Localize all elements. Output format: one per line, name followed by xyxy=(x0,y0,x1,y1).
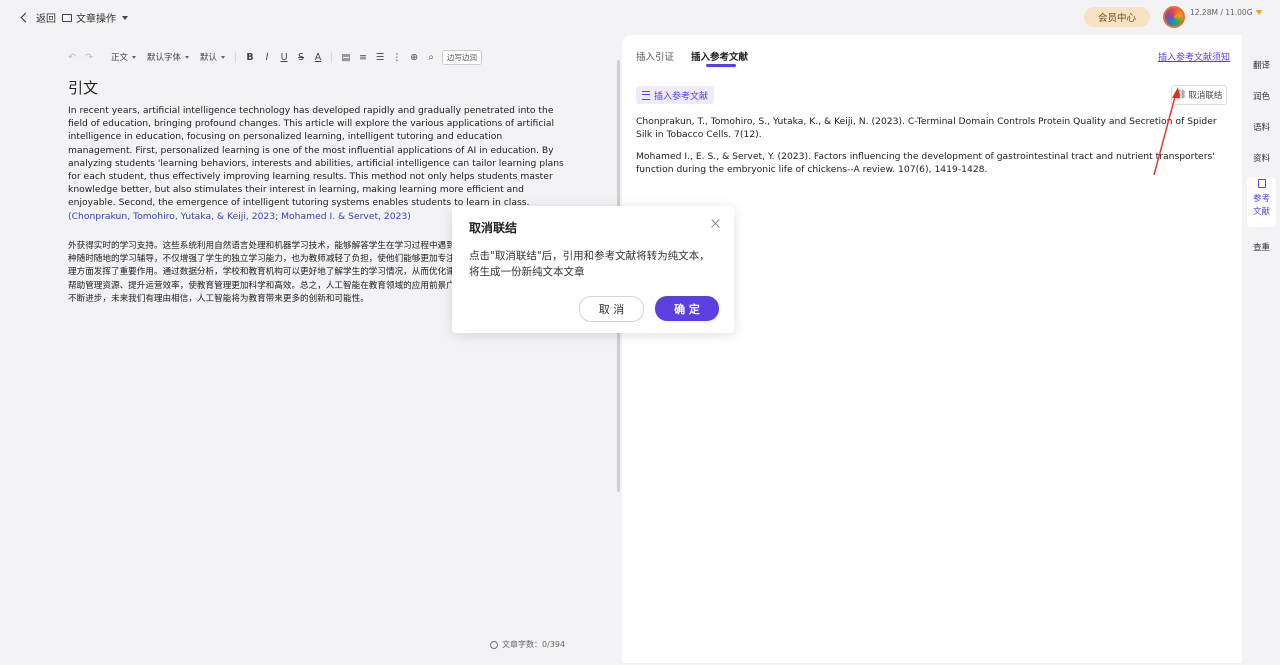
sidebar-item-translate[interactable]: 翻译 xyxy=(1243,59,1280,71)
dialog-title: 取消联结 xyxy=(469,221,518,235)
paragraph-style-select[interactable]: 正文 xyxy=(111,51,137,63)
sidebar-item-materials[interactable]: 资料 xyxy=(1243,152,1280,164)
underline-icon[interactable]: U xyxy=(278,52,290,63)
storage-text: 12.28M / 11.00G xyxy=(1190,8,1253,17)
cancel-button[interactable]: 取 消 xyxy=(579,296,644,322)
chevron-down-icon xyxy=(122,15,128,20)
avatar[interactable] xyxy=(1163,6,1185,28)
doc-actions-label: 文章操作 xyxy=(76,14,116,25)
vip-center-button[interactable]: 会员中心 xyxy=(1084,7,1150,27)
undo-icon[interactable]: ↶ xyxy=(66,52,78,63)
close-icon[interactable] xyxy=(709,217,723,231)
add-icon[interactable]: ⊕ xyxy=(408,52,420,63)
back-button[interactable]: 返回 xyxy=(20,10,56,25)
editor-area: ↶ ↷ 正文 默认字体 默认 B I U S A ▤ ≡ ☰ ⋮ ⊕ ⌕ 边写边… xyxy=(0,35,620,665)
search-icon[interactable]: ⌕ xyxy=(425,52,437,63)
sidebar-item-plagiarism[interactable]: 查重 xyxy=(1243,241,1280,253)
back-label: 返回 xyxy=(36,14,56,25)
redo-icon[interactable]: ↷ xyxy=(83,52,95,63)
inline-citation[interactable]: (Chonprakun, Tomohiro, Yutaka, & Keiji, … xyxy=(68,211,411,222)
storage-usage: 12.28M / 11.00G xyxy=(1190,8,1263,17)
bold-icon[interactable]: B xyxy=(244,52,256,63)
editor-toolbar: ↶ ↷ 正文 默认字体 默认 B I U S A ▤ ≡ ☰ ⋮ ⊕ ⌕ 边写边… xyxy=(66,49,483,65)
english-paragraph-text: In recent years, artificial intelligence… xyxy=(68,105,564,209)
chevron-down-icon xyxy=(132,55,137,59)
block-format-icon[interactable]: ▤ xyxy=(340,52,352,63)
unlink-confirm-dialog: 取消联结 点击"取消联结"后，引用和参考文献将转为纯文本，将生成一份新纯文本文章… xyxy=(452,206,734,333)
sidebar-item-references-label: 参考文献 xyxy=(1252,194,1270,217)
sidebar-item-polish[interactable]: 润色 xyxy=(1243,90,1280,102)
english-paragraph[interactable]: In recent years, artificial intelligence… xyxy=(68,104,568,223)
list-icon[interactable]: ⋮ xyxy=(391,52,403,63)
chevron-down-icon xyxy=(185,55,190,59)
document-icon xyxy=(1257,179,1266,188)
diamond-icon xyxy=(1255,10,1263,15)
reference-panel: 插入引证 插入参考文献 插入参考文献须知 插入参考文献 ⛓ 取消联结 Chonp… xyxy=(622,35,1242,663)
font-color-icon[interactable]: A xyxy=(312,52,324,63)
font-size-select[interactable]: 默认 xyxy=(200,51,226,63)
annotation-arrow xyxy=(1153,87,1180,176)
line-spacing-icon[interactable]: ☰ xyxy=(374,52,386,63)
word-count-text: 文章字数：0/394 xyxy=(502,640,566,649)
toolbar-divider xyxy=(331,51,333,63)
top-bar: 返回 文章操作 会员中心 12.28M / 11.00G xyxy=(0,0,1280,35)
dialog-message: 点击"取消联结"后，引用和参考文献将转为纯文本，将生成一份新纯文本文章 xyxy=(469,250,710,278)
chevron-left-icon xyxy=(20,12,31,23)
align-icon[interactable]: ≡ xyxy=(357,52,369,63)
annotation-arrow-head xyxy=(1172,87,1180,98)
font-size-value: 默认 xyxy=(200,53,218,63)
italic-icon[interactable]: I xyxy=(261,52,273,63)
document-title[interactable]: 引文 xyxy=(68,77,98,98)
word-count: 文章字数：0/394 xyxy=(490,639,565,650)
chevron-down-icon xyxy=(221,55,226,59)
sidebar-item-corpus[interactable]: 语料 xyxy=(1243,121,1280,133)
font-family-value: 默认字体 xyxy=(147,53,182,63)
edit-polish-toggle[interactable]: 边写边润 xyxy=(442,49,483,65)
folder-icon xyxy=(62,13,72,22)
right-sidebar: 翻译 润色 语料 资料 参考文献 查重 xyxy=(1243,35,1280,665)
paragraph-style-value: 正文 xyxy=(111,53,129,63)
annotation-arrow-line xyxy=(1153,92,1177,176)
confirm-button[interactable]: 确 定 xyxy=(655,296,719,321)
doc-actions-menu[interactable]: 文章操作 xyxy=(62,10,128,25)
cloud-icon xyxy=(490,640,498,649)
sidebar-item-references[interactable]: 参考文献 xyxy=(1247,177,1276,227)
toolbar-divider xyxy=(235,51,237,63)
font-family-select[interactable]: 默认字体 xyxy=(147,51,190,63)
strikethrough-icon[interactable]: S xyxy=(295,52,307,63)
